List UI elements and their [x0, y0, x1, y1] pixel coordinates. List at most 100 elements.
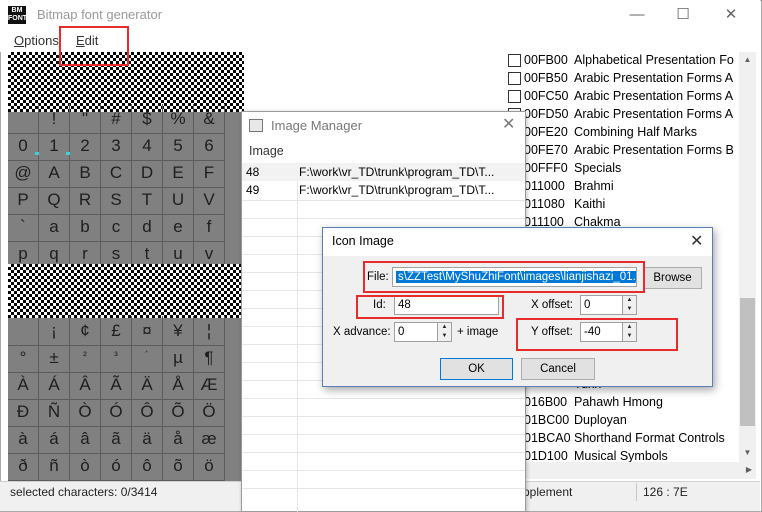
glyph-cell[interactable]: å [163, 424, 194, 454]
scroll-right-icon[interactable]: ▶ [743, 465, 755, 474]
x-advance-field[interactable]: 0 [394, 322, 438, 342]
table-row[interactable]: 48 F:\work\vr_TD\trunk\program_TD\T... [242, 163, 525, 181]
glyph-cell[interactable]: æ [194, 424, 225, 454]
glyph-cell[interactable]: ³ [101, 343, 132, 373]
glyph-cell[interactable]: ² [70, 343, 101, 373]
glyph-cell[interactable]: Ô [132, 397, 163, 427]
scrollbar-thumb[interactable] [740, 298, 755, 426]
glyph-cell[interactable]: " [70, 104, 101, 134]
glyph-cell[interactable]: Ò [70, 397, 101, 427]
glyph-cell[interactable]: b [70, 212, 101, 242]
glyph-cell[interactable]: ð [8, 451, 39, 481]
horizontal-scrollbar[interactable]: ▶ [505, 462, 756, 479]
glyph-cell[interactable]: Á [39, 370, 70, 400]
glyph-cell[interactable]: $ [132, 104, 163, 134]
glyph-cell[interactable]: ö [194, 451, 225, 481]
glyph-cell[interactable]: & [194, 104, 225, 134]
glyph-cell[interactable]: # [101, 104, 132, 134]
glyph-cell[interactable]: C [101, 158, 132, 188]
glyph-cell[interactable]: c [101, 212, 132, 242]
glyph-cell[interactable]: U [163, 185, 194, 215]
glyph-cell[interactable]: Å [163, 370, 194, 400]
minimize-icon[interactable]: — [614, 0, 660, 30]
glyph-cell[interactable]: õ [163, 451, 194, 481]
glyph-cell[interactable]: Ã [101, 370, 132, 400]
glyph-cell[interactable]: ´ [132, 343, 163, 373]
glyph-cell[interactable]: ¤ [132, 316, 163, 346]
glyph-cell[interactable]: ñ [39, 451, 70, 481]
maximize-icon[interactable]: ☐ [660, 0, 706, 30]
glyph-cell[interactable]: ± [39, 343, 70, 373]
glyph-cell[interactable] [8, 316, 39, 346]
glyph-cell[interactable]: ¦ [194, 316, 225, 346]
glyph-cell[interactable]: µ [163, 343, 194, 373]
glyph-cell[interactable]: E [163, 158, 194, 188]
scroll-up-icon[interactable]: ▲ [739, 55, 756, 64]
glyph-cell[interactable]: 0 [8, 131, 39, 161]
glyph-cell[interactable]: S [101, 185, 132, 215]
glyph-cell[interactable]: à [8, 424, 39, 454]
glyph-cell[interactable]: ` [8, 212, 39, 242]
glyph-cell[interactable]: A [39, 158, 70, 188]
spin-up-icon[interactable]: ▲ [623, 296, 636, 305]
x-offset-field[interactable]: 0 [580, 295, 623, 315]
glyph-cell[interactable]: 5 [163, 131, 194, 161]
glyph-cell[interactable]: Q [39, 185, 70, 215]
glyph-cell[interactable]: ¢ [70, 316, 101, 346]
glyph-cell[interactable]: Ð [8, 397, 39, 427]
browse-button[interactable]: Browse [643, 267, 702, 289]
glyph-cell[interactable]: ò [70, 451, 101, 481]
glyph-cell[interactable]: Ñ [39, 397, 70, 427]
close-icon[interactable]: ✕ [502, 114, 515, 134]
glyph-cell[interactable]: ä [132, 424, 163, 454]
scroll-down-icon[interactable]: ▼ [739, 448, 756, 457]
glyph-cell[interactable]: 6 [194, 131, 225, 161]
glyph-cell[interactable] [8, 104, 39, 134]
glyph-cell[interactable]: B [70, 158, 101, 188]
checkbox[interactable] [508, 72, 521, 85]
glyph-cell[interactable]: 4 [132, 131, 163, 161]
glyph-grid[interactable]: ! " # $ % & 0 1 2 3 4 5 6 @ A B C D E F … [8, 52, 244, 482]
checkbox[interactable] [508, 90, 521, 103]
spin-down-icon[interactable]: ▼ [623, 305, 636, 314]
close-icon[interactable]: ✕ [690, 231, 703, 251]
glyph-cell[interactable]: Õ [163, 397, 194, 427]
glyph-cell[interactable]: d [132, 212, 163, 242]
x-advance-spinner[interactable]: ▲ ▼ [437, 322, 452, 342]
glyph-cell[interactable]: ¡ [39, 316, 70, 346]
glyph-cell[interactable]: P [8, 185, 39, 215]
glyph-cell[interactable]: % [163, 104, 194, 134]
glyph-cell[interactable]: ã [101, 424, 132, 454]
glyph-cell[interactable]: F [194, 158, 225, 188]
glyph-cell[interactable]: á [39, 424, 70, 454]
glyph-cell[interactable]: À [8, 370, 39, 400]
glyph-cell[interactable]: Â [70, 370, 101, 400]
glyph-cell[interactable]: 1 [39, 131, 70, 161]
glyph-cell[interactable]: ó [101, 451, 132, 481]
checkbox[interactable] [508, 54, 521, 67]
glyph-cell[interactable]: £ [101, 316, 132, 346]
close-icon[interactable]: ✕ [708, 0, 754, 30]
glyph-cell[interactable]: V [194, 185, 225, 215]
glyph-cell[interactable]: â [70, 424, 101, 454]
ok-button[interactable]: OK [440, 358, 513, 380]
spin-up-icon[interactable]: ▲ [438, 323, 451, 332]
glyph-cell[interactable]: R [70, 185, 101, 215]
glyph-cell[interactable]: ¶ [194, 343, 225, 373]
glyph-cell[interactable]: Ö [194, 397, 225, 427]
table-row[interactable]: 49 F:\work\vr_TD\trunk\program_TD\T... [242, 181, 525, 199]
glyph-cell[interactable]: @ [8, 158, 39, 188]
glyph-cell[interactable]: a [39, 212, 70, 242]
glyph-cell[interactable]: 2 [70, 131, 101, 161]
x-offset-spinner[interactable]: ▲ ▼ [622, 295, 637, 315]
menu-options[interactable]: Options [14, 33, 59, 48]
glyph-cell[interactable]: ! [39, 104, 70, 134]
glyph-cell[interactable]: ° [8, 343, 39, 373]
glyph-cell[interactable]: Ä [132, 370, 163, 400]
glyph-cell[interactable]: ô [132, 451, 163, 481]
glyph-cell[interactable]: Ó [101, 397, 132, 427]
cancel-button[interactable]: Cancel [521, 358, 595, 380]
spin-down-icon[interactable]: ▼ [438, 332, 451, 341]
glyph-cell[interactable]: Æ [194, 370, 225, 400]
glyph-cell[interactable]: f [194, 212, 225, 242]
